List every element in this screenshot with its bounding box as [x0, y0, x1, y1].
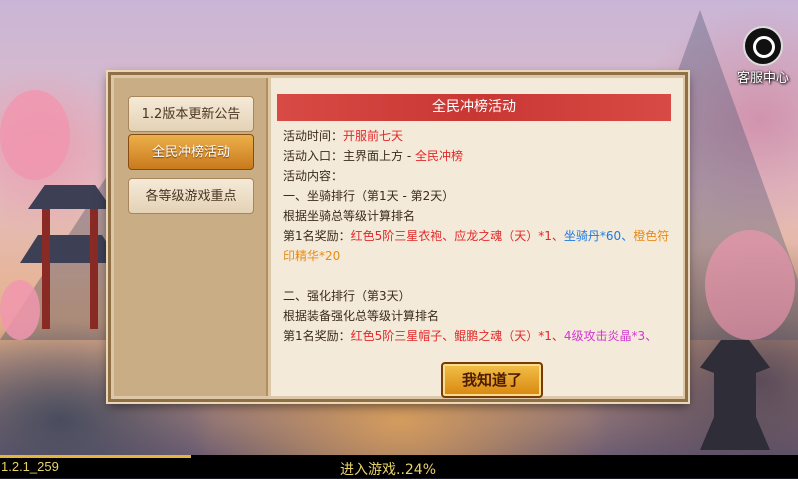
event-entry-line: 活动入口：主界面上方 - 全民冲榜	[283, 149, 463, 163]
tab-level-tips[interactable]: 各等级游戏重点	[128, 178, 254, 214]
event-entry-value: 全民冲榜	[414, 149, 463, 163]
announcement-content: 全民冲榜活动 活动时间：开服前七天 活动入口：主界面上方 - 全民冲榜 活动内容…	[271, 78, 683, 396]
tab-ranking-event[interactable]: 全民冲榜活动	[128, 134, 254, 170]
loading-progress-fill	[0, 455, 191, 458]
tab-version-update[interactable]: 1.2版本更新公告	[128, 96, 254, 132]
customer-service-button[interactable]: 客服中心	[730, 26, 796, 86]
announcement-sidebar: 1.2版本更新公告 全民冲榜活动 各等级游戏重点	[114, 78, 268, 396]
announcement-body: 活动时间：开服前七天 活动入口：主界面上方 - 全民冲榜 活动内容： 一、坐骑排…	[283, 126, 679, 346]
confirm-button[interactable]: 我知道了	[441, 362, 543, 398]
blossom-tree-left-lower	[0, 280, 40, 340]
event-time-line: 活动时间：开服前七天	[283, 129, 404, 143]
blossom-tree-left	[0, 90, 70, 180]
event-time-value: 开服前七天	[343, 129, 404, 143]
event-content-label: 活动内容：	[283, 169, 344, 183]
loading-status: 进入游戏..24%	[340, 462, 437, 478]
section1-reward: 第1名奖励：红色5阶三星衣袍、应龙之魂（天）*1、坐骑丹*60、橙色符印精华*2…	[283, 229, 670, 263]
headset-icon	[743, 26, 783, 66]
section2-heading: 二、强化排行（第3天）	[283, 289, 411, 303]
section1-desc: 根据坐骑总等级计算排名	[283, 209, 416, 223]
version-label: 1.2.1_259	[1, 459, 59, 474]
announcement-dialog: 1.2版本更新公告 全民冲榜活动 各等级游戏重点 全民冲榜活动 活动时间：开服前…	[108, 72, 688, 402]
customer-service-label: 客服中心	[736, 71, 789, 86]
blossom-tree-right	[705, 230, 795, 340]
section2-reward: 第1名奖励：红色5阶三星帽子、鲲鹏之魂（天）*1、4级攻击炎晶*3、	[283, 329, 658, 343]
section2-desc: 根据装备强化总等级计算排名	[283, 309, 440, 323]
content-title: 全民冲榜活动	[277, 94, 671, 121]
section1-heading: 一、坐骑排行（第1天 - 第2天）	[283, 189, 455, 203]
